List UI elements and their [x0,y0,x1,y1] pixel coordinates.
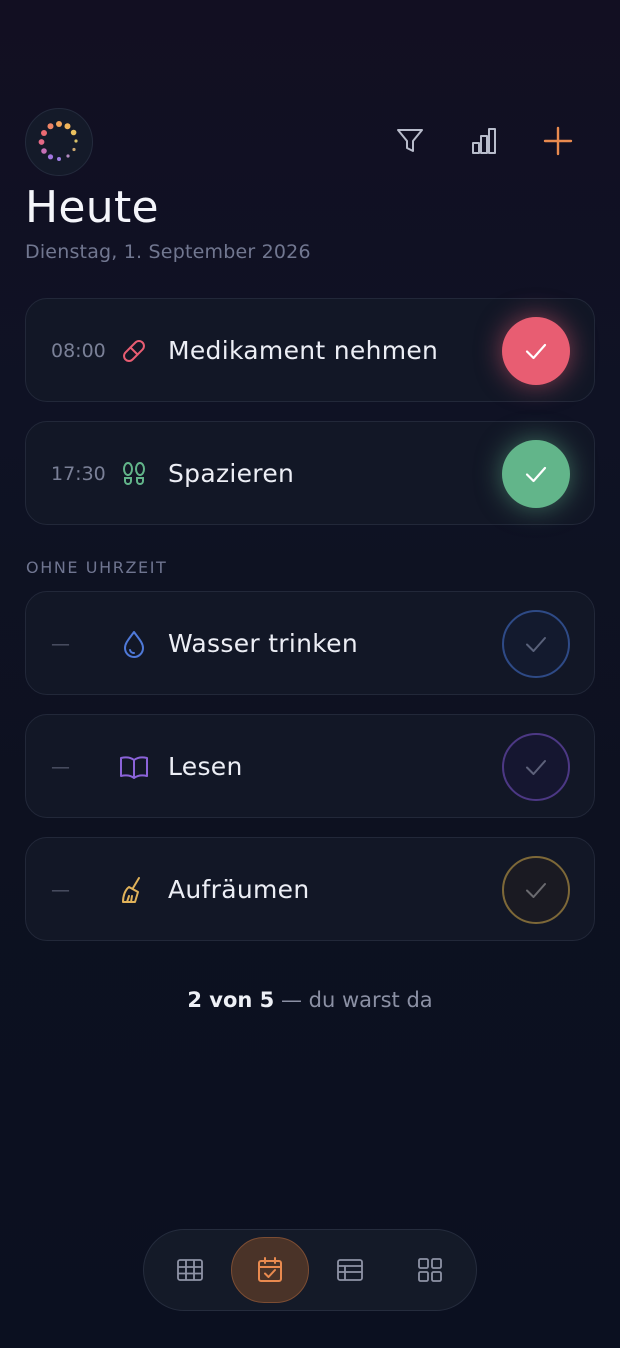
page-date: Dienstag, 1. September 2026 [25,241,311,263]
task-card-aufraeumen[interactable]: — Aufräumen [25,837,595,941]
task-complete-toggle[interactable] [502,856,570,924]
apps-icon [418,1258,442,1282]
task-complete-toggle[interactable] [502,733,570,801]
list-table-icon [337,1259,363,1281]
check-icon [525,466,547,483]
task-no-time-dash: — [51,633,70,655]
bar-chart-icon[interactable] [467,124,501,158]
summary-count: 2 von 5 [187,988,275,1012]
task-card-wasser[interactable]: — Wasser trinken [25,591,595,695]
task-time: 17:30 [51,463,106,485]
task-card-spazieren[interactable]: 17:30 Spazieren [25,421,595,525]
task-label: Wasser trinken [168,629,358,658]
water-drop-icon [118,628,150,660]
check-icon [526,883,546,898]
summary-separator: — [280,988,302,1012]
plus-icon[interactable] [541,124,575,158]
task-label: Medikament nehmen [168,336,439,365]
progress-ring-icon[interactable] [25,108,93,176]
screen: Heute Dienstag, 1. September 2026 08:00 … [0,0,620,1348]
task-label: Spazieren [168,459,295,488]
task-time: 08:00 [51,340,106,362]
task-no-time-dash: — [51,879,70,901]
check-icon [526,637,546,652]
broom-icon [118,874,150,906]
open-book-icon [118,751,150,783]
footsteps-icon [118,458,150,490]
summary-text: du warst da [308,988,433,1012]
check-icon [526,760,546,775]
calendar-check-icon [258,1257,282,1282]
task-complete-toggle[interactable] [502,317,570,385]
pill-icon [118,335,150,367]
tab-list[interactable] [311,1237,389,1303]
bottom-tab-bar [143,1229,477,1311]
task-complete-toggle[interactable] [502,440,570,508]
task-no-time-dash: — [51,756,70,778]
task-card-medikament[interactable]: 08:00 Medikament nehmen [25,298,595,402]
tab-grid[interactable] [151,1237,229,1303]
check-icon [525,343,547,360]
task-complete-toggle[interactable] [502,610,570,678]
grid-icon [177,1259,203,1281]
task-label: Lesen [168,752,243,781]
progress-summary: 2 von 5 — du warst da [0,988,620,1012]
page-title: Heute [25,182,159,233]
section-heading-no-time: OHNE UHRZEIT [26,558,168,577]
tab-today[interactable] [231,1237,309,1303]
task-label: Aufräumen [168,875,310,904]
top-bar [0,108,620,178]
tab-apps[interactable] [391,1237,469,1303]
task-card-lesen[interactable]: — Lesen [25,714,595,818]
filter-icon[interactable] [393,124,427,158]
